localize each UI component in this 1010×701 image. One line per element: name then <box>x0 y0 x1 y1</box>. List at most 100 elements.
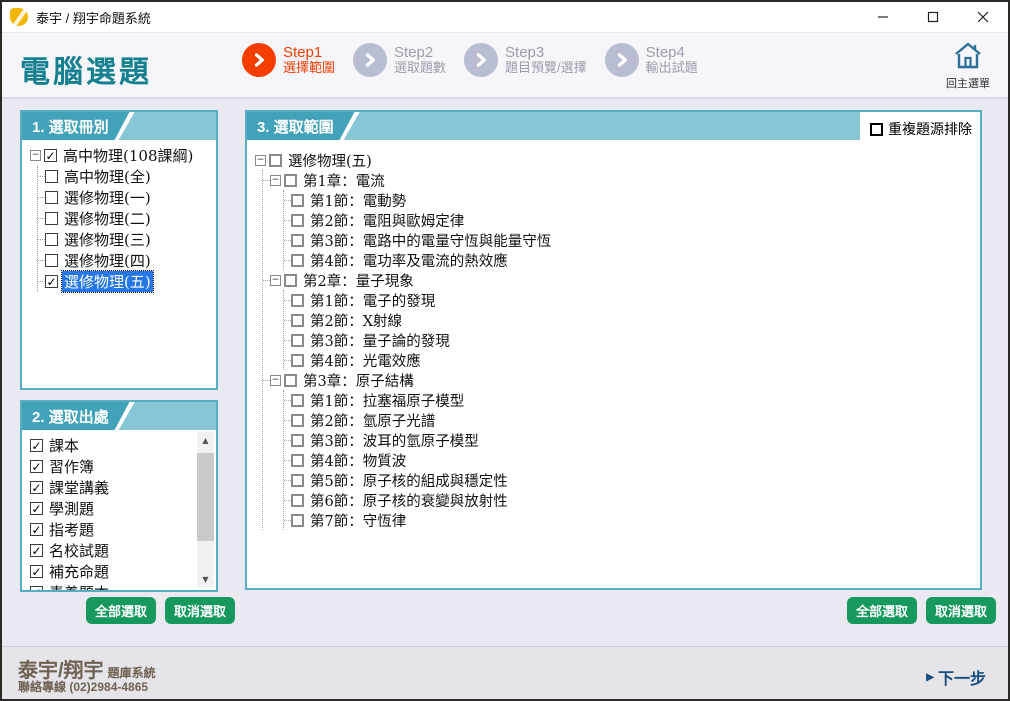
checkbox[interactable] <box>291 394 304 407</box>
checkbox[interactable]: ✓ <box>45 275 58 288</box>
list-item[interactable]: ✓學測題 <box>30 498 194 519</box>
tree-row-section[interactable]: 第7節：守恆律 <box>284 510 976 530</box>
minimize-button[interactable] <box>858 2 908 32</box>
collapse-icon[interactable]: − <box>270 275 281 286</box>
tree-row-section[interactable]: 第6節：原子核的衰變與放射性 <box>284 490 976 510</box>
tree-row-section[interactable]: 第2節：X射線 <box>284 310 976 330</box>
tree-row-section[interactable]: 第3節：波耳的氫原子模型 <box>284 430 976 450</box>
tree-row-root[interactable]: −選修物理(五) <box>255 150 976 170</box>
source-item-label[interactable]: 補充命題 <box>47 561 111 582</box>
step-1[interactable]: Step1 選擇範圍 <box>242 43 335 77</box>
tree-row-section[interactable]: 第2節：氫原子光譜 <box>284 410 976 430</box>
list-item[interactable]: ✓名校試題 <box>30 540 194 561</box>
sources-deselect-all-button[interactable]: 取消選取 <box>165 597 235 624</box>
checkbox[interactable]: ✓ <box>30 502 43 515</box>
checkbox[interactable] <box>291 314 304 327</box>
checkbox[interactable] <box>291 454 304 467</box>
source-item-label[interactable]: 名校試題 <box>47 540 111 561</box>
tree-row-section[interactable]: 第2節：電阻與歐姆定律 <box>284 210 976 230</box>
checkbox[interactable]: ✓ <box>30 586 43 590</box>
volume-item-label[interactable]: 選修物理(三) <box>62 229 153 250</box>
checkbox[interactable] <box>291 294 304 307</box>
checkbox[interactable]: ✓ <box>30 481 43 494</box>
scrollbar[interactable]: ▲ ▼ <box>197 432 214 588</box>
list-item[interactable]: ✓習作簿 <box>30 456 194 477</box>
range-select-all-button[interactable]: 全部選取 <box>847 597 917 624</box>
tree-row-root[interactable]: −✓ 高中物理(108課綱) <box>30 145 212 166</box>
checkbox[interactable] <box>291 194 304 207</box>
tree-row-section[interactable]: 第4節：電功率及電流的熱效應 <box>284 250 976 270</box>
maximize-button[interactable] <box>908 2 958 32</box>
section-label[interactable]: 第5節：原子核的組成與穩定性 <box>308 470 510 491</box>
checkbox[interactable]: ✓ <box>30 523 43 536</box>
checkbox[interactable] <box>284 174 297 187</box>
chapter-label[interactable]: 第1章：電流 <box>301 170 387 191</box>
tree-row[interactable]: 高中物理(全) <box>38 166 212 187</box>
tree-row-section[interactable]: 第5節：原子核的組成與穩定性 <box>284 470 976 490</box>
checkbox[interactable]: ✓ <box>44 149 57 162</box>
range-root-label[interactable]: 選修物理(五) <box>286 150 374 171</box>
step-3[interactable]: Step3 題目預覽/選擇 <box>464 43 587 77</box>
checkbox[interactable] <box>291 334 304 347</box>
checkbox[interactable] <box>45 191 58 204</box>
section-label[interactable]: 第1節：電子的發現 <box>308 290 437 311</box>
section-label[interactable]: 第2節：電阻與歐姆定律 <box>308 210 466 231</box>
checkbox[interactable] <box>45 254 58 267</box>
section-label[interactable]: 第3節：波耳的氫原子模型 <box>308 430 481 451</box>
tree-row-chapter[interactable]: − 第1章：電流 <box>263 170 976 190</box>
volume-item-label[interactable]: 選修物理(一) <box>62 187 153 208</box>
section-label[interactable]: 第2節：X射線 <box>308 310 404 331</box>
tree-row[interactable]: 選修物理(一) <box>38 187 212 208</box>
chapter-label[interactable]: 第3章：原子結構 <box>301 370 416 391</box>
section-label[interactable]: 第4節：電功率及電流的熱效應 <box>308 250 510 271</box>
tree-row-section[interactable]: 第1節：電動勢 <box>284 190 976 210</box>
list-item[interactable]: ✓ 素養題本 <box>30 582 194 590</box>
tree-row[interactable]: 選修物理(二) <box>38 208 212 229</box>
volume-item-label[interactable]: 選修物理(五) <box>62 271 153 292</box>
collapse-icon[interactable]: − <box>270 175 281 186</box>
tree-row[interactable]: 選修物理(四) <box>38 250 212 271</box>
scrollbar-thumb[interactable] <box>197 453 214 541</box>
checkbox[interactable] <box>45 170 58 183</box>
section-label[interactable]: 第2節：氫原子光譜 <box>308 410 437 431</box>
checkbox[interactable] <box>291 434 304 447</box>
tree-row-section[interactable]: 第4節：光電效應 <box>284 350 976 370</box>
checkbox[interactable]: ✓ <box>30 439 43 452</box>
checkbox[interactable] <box>284 274 297 287</box>
section-label[interactable]: 第7節：守恆律 <box>308 510 408 531</box>
source-item-label[interactable]: 素養題本 <box>47 582 111 590</box>
volume-item-label[interactable]: 選修物理(二) <box>62 208 153 229</box>
checkbox[interactable] <box>284 374 297 387</box>
scrollbar-track[interactable] <box>197 449 214 571</box>
tree-row-section[interactable]: 第1節：拉塞福原子模型 <box>284 390 976 410</box>
step-4[interactable]: Step4 輸出試題 <box>605 43 698 77</box>
checkbox[interactable] <box>291 214 304 227</box>
section-label[interactable]: 第3節：量子論的發現 <box>308 330 452 351</box>
checkbox[interactable] <box>291 514 304 527</box>
tree-row-section[interactable]: 第3節：量子論的發現 <box>284 330 976 350</box>
volume-item-label[interactable]: 選修物理(四) <box>62 250 153 271</box>
range-deselect-all-button[interactable]: 取消選取 <box>926 597 996 624</box>
list-item[interactable]: ✓補充命題 <box>30 561 194 582</box>
section-label[interactable]: 第6節：原子核的衰變與放射性 <box>308 490 510 511</box>
step-2[interactable]: Step2 選取題數 <box>353 43 446 77</box>
tree-row-chapter[interactable]: − 第3章：原子結構 <box>263 370 976 390</box>
close-button[interactable] <box>958 2 1008 32</box>
checkbox[interactable] <box>45 212 58 225</box>
volume-root-label[interactable]: 高中物理(108課綱) <box>61 145 195 166</box>
section-label[interactable]: 第4節：物質波 <box>308 450 408 471</box>
duplicate-filter-checkbox[interactable] <box>870 123 883 136</box>
collapse-icon[interactable]: − <box>270 375 281 386</box>
tree-row[interactable]: 選修物理(三) <box>38 229 212 250</box>
section-label[interactable]: 第4節：光電效應 <box>308 350 423 371</box>
list-item[interactable]: ✓課本 <box>30 435 194 456</box>
source-item-label[interactable]: 指考題 <box>47 519 96 540</box>
checkbox[interactable] <box>269 154 282 167</box>
next-step-button[interactable]: ▶ 下一步 <box>926 665 986 689</box>
tree-row-section[interactable]: 第3節：電路中的電量守恆與能量守恆 <box>284 230 976 250</box>
tree-row-chapter[interactable]: −第2章：量子現象 <box>263 270 976 290</box>
scroll-down-arrow[interactable]: ▼ <box>197 571 214 588</box>
collapse-icon[interactable]: − <box>30 150 41 161</box>
checkbox[interactable] <box>291 474 304 487</box>
section-label[interactable]: 第3節：電路中的電量守恆與能量守恆 <box>308 230 553 251</box>
